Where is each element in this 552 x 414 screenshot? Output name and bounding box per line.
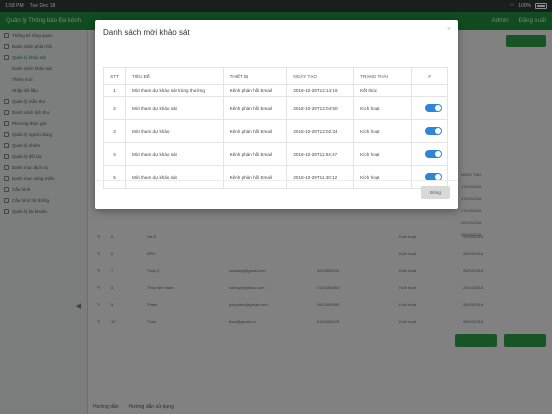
col-device: THIẾT BỊ: [222, 67, 288, 85]
status-toggle[interactable]: [425, 103, 442, 112]
modal-footer-divider: [95, 180, 458, 181]
col-date: NGÀY TẠO: [286, 67, 355, 85]
table-row: 1 Mời tham dự khảo sát trùng thường Kênh…: [103, 84, 448, 97]
col-action: #: [411, 67, 448, 85]
status-toggle[interactable]: [425, 149, 442, 158]
survey-table: STT TIÊU ĐỀ THIẾT BỊ NGÀY TẠO TRẠNG THÁI…: [103, 67, 448, 189]
table-row: 3 Mời tham dự khảo Kênh phản hồi Email 2…: [103, 119, 448, 143]
survey-invite-modal: Danh sách mời khảo sát × STT TIÊU ĐỀ THI…: [95, 20, 458, 209]
col-status: TRẠNG THÁI: [353, 67, 412, 85]
table-header-row: STT TIÊU ĐỀ THIẾT BỊ NGÀY TẠO TRẠNG THÁI…: [103, 67, 448, 85]
col-title: TIÊU ĐỀ: [124, 67, 224, 85]
close-button[interactable]: Đóng: [421, 186, 450, 199]
table-row: 2 Mời tham dự khảo sát Kênh phản hồi Ema…: [103, 96, 448, 120]
status-toggle[interactable]: [425, 126, 442, 135]
modal-title: Danh sách mời khảo sát: [103, 28, 190, 37]
close-icon[interactable]: ×: [447, 26, 451, 33]
table-row: 4 Mời tham dự khảo sát Kênh phản hồi Ema…: [103, 142, 448, 166]
col-stt: STT: [103, 67, 126, 85]
table-row: 5 Mời tham dự khảo sát Kênh phản hồi Ema…: [103, 165, 448, 189]
